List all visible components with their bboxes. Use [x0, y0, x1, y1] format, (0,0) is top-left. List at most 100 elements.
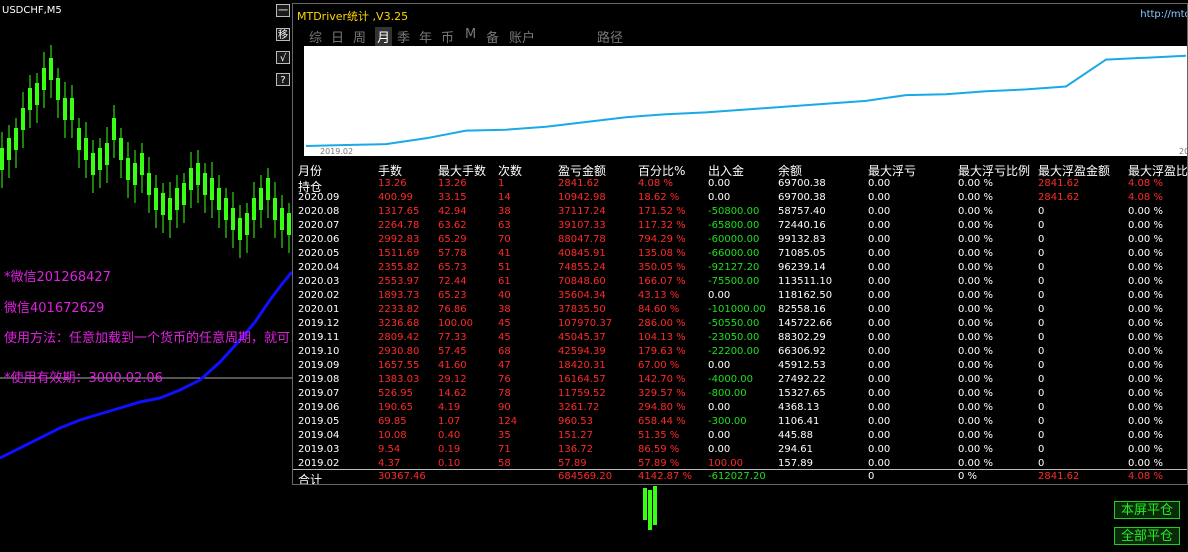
table-cell: 0.00 [868, 248, 891, 259]
table-cell: 2841.62 [1038, 192, 1080, 203]
table-cell: 2020.09 [298, 192, 340, 203]
tab-7[interactable]: M [465, 27, 476, 42]
total-cell: -612027.20 [708, 471, 766, 482]
table-cell: 72440.16 [778, 220, 826, 231]
table-cell: 38 [498, 206, 511, 217]
table-cell: 76 [498, 374, 511, 385]
table-cell: 0.00 [868, 416, 891, 427]
table-cell: 0 [1038, 220, 1045, 231]
table-cell: 45 [498, 332, 511, 343]
table-cell: 82558.16 [778, 304, 826, 315]
table-cell: 2020.05 [298, 248, 340, 259]
table-cell: 2841.62 [558, 178, 600, 189]
table-cell: 0.00 % [958, 234, 993, 245]
table-cell: 100.00 [438, 318, 473, 329]
table-cell: 2019.04 [298, 430, 340, 441]
close-all-positions-button[interactable]: 全部平仓 [1114, 527, 1180, 545]
candle-body [161, 193, 165, 215]
table-cell: -4000.00 [708, 374, 753, 385]
candle-body [119, 138, 123, 160]
candle-body [231, 208, 235, 230]
column-header: 盈亏金额 [558, 164, 607, 178]
candle-body [182, 183, 186, 205]
table-cell: 0.00 [868, 318, 891, 329]
table-cell: 2019.12 [298, 318, 340, 329]
table-cell: 11759.52 [558, 388, 606, 399]
table-cell: 1511.69 [378, 248, 420, 259]
table-cell: 51.35 % [638, 430, 680, 441]
tab-8[interactable]: 备 [486, 27, 499, 46]
table-cell: 113511.10 [778, 276, 833, 287]
table-cell: 14.62 [438, 388, 467, 399]
tab-10[interactable]: 路径 [597, 27, 623, 46]
candle-body [49, 58, 53, 80]
candle-body [35, 83, 39, 105]
website-link[interactable]: http://mtdr [1140, 9, 1187, 20]
expiry-date: *使用有效期：3000.02.06 [4, 371, 163, 386]
table-cell: 0 [1038, 332, 1045, 343]
table-cell: -65800.00 [708, 220, 760, 231]
close-screen-positions-button[interactable]: 本屏平仓 [1114, 501, 1180, 519]
table-cell: 2019.02 [298, 458, 340, 469]
table-cell: 0.00 % [958, 374, 993, 385]
table-cell: 0.00 [868, 192, 891, 203]
wechat-contact-1: *微信201268427 [4, 270, 111, 285]
column-header: 月份 [298, 164, 323, 178]
total-cell: 684569.20 [558, 471, 613, 482]
table-cell: 0.00 % [958, 332, 993, 343]
table-cell: 0.00 [868, 178, 891, 189]
candle-body [266, 178, 270, 200]
table-cell: 58757.40 [778, 206, 826, 217]
table-cell: 84.60 % [638, 304, 680, 315]
table-cell: 40845.91 [558, 248, 606, 259]
check-button[interactable]: √ [276, 51, 290, 64]
table-row: 2019.03 9.54 0.19 71 136.72 86.59 % 0.00 294.61… [293, 444, 1187, 458]
move-button[interactable]: 移 [276, 28, 290, 41]
tab-0[interactable]: 综 [309, 27, 322, 46]
table-cell: 0.00 [708, 444, 731, 455]
table-cell: 190.65 [378, 402, 413, 413]
table-cell: 35604.34 [558, 290, 606, 301]
table-cell: 124 [498, 416, 518, 427]
tab-6[interactable]: 币 [441, 27, 454, 46]
table-row: 2020.08 1317.65 42.94 38 37117.24 171.52 % -50… [293, 206, 1187, 220]
candle-body [84, 138, 88, 160]
table-cell: 0.00 [868, 444, 891, 455]
candle-body [259, 188, 263, 210]
table-cell: 445.88 [778, 430, 813, 441]
tab-9[interactable]: 账户 [509, 27, 535, 46]
table-cell: 0 [1038, 444, 1045, 455]
total-separator [293, 469, 1187, 470]
table-cell: 2355.82 [378, 262, 420, 273]
table-cell: 0.00 % [1128, 444, 1163, 455]
table-row: 2019.05 69.85 1.07 124 960.53 658.44 % -300.00… [293, 416, 1187, 430]
table-cell: 0 [1038, 430, 1045, 441]
equity-axis-end: 20 [1179, 147, 1188, 156]
column-header: 余额 [778, 164, 803, 178]
table-cell: 10.08 [378, 430, 407, 441]
wechat-contact-2: 微信401672629 [4, 301, 105, 316]
table-cell: 39107.33 [558, 220, 606, 231]
total-row: 合计 30367.46 684569.20 4142.87 % -612027.20 0 0… [293, 471, 1187, 484]
table-cell: 142.70 % [638, 374, 686, 385]
table-cell: 294.80 % [638, 402, 686, 413]
table-cell: 37117.24 [558, 206, 606, 217]
candle-body [273, 198, 277, 220]
table-cell: 0 [1038, 402, 1045, 413]
table-cell: 69.85 [378, 416, 407, 427]
table-cell: 107970.37 [558, 318, 613, 329]
table-cell: 0.00 % [958, 248, 993, 259]
tab-2[interactable]: 周 [353, 27, 366, 46]
table-cell: 61 [498, 276, 511, 287]
tab-4[interactable]: 季 [397, 27, 410, 46]
symbol-label: USDCHF,M5 [2, 5, 62, 16]
table-cell: 100.00 [708, 458, 743, 469]
minimize-button[interactable]: 一 [276, 4, 290, 17]
table-cell: -23050.00 [708, 332, 760, 343]
tab-3[interactable]: 月 [375, 27, 393, 46]
help-button[interactable]: ? [276, 73, 290, 86]
table-cell: 69700.38 [778, 178, 826, 189]
table-cell: 13.26 [378, 178, 407, 189]
tab-5[interactable]: 年 [419, 27, 432, 46]
tab-1[interactable]: 日 [331, 27, 344, 46]
